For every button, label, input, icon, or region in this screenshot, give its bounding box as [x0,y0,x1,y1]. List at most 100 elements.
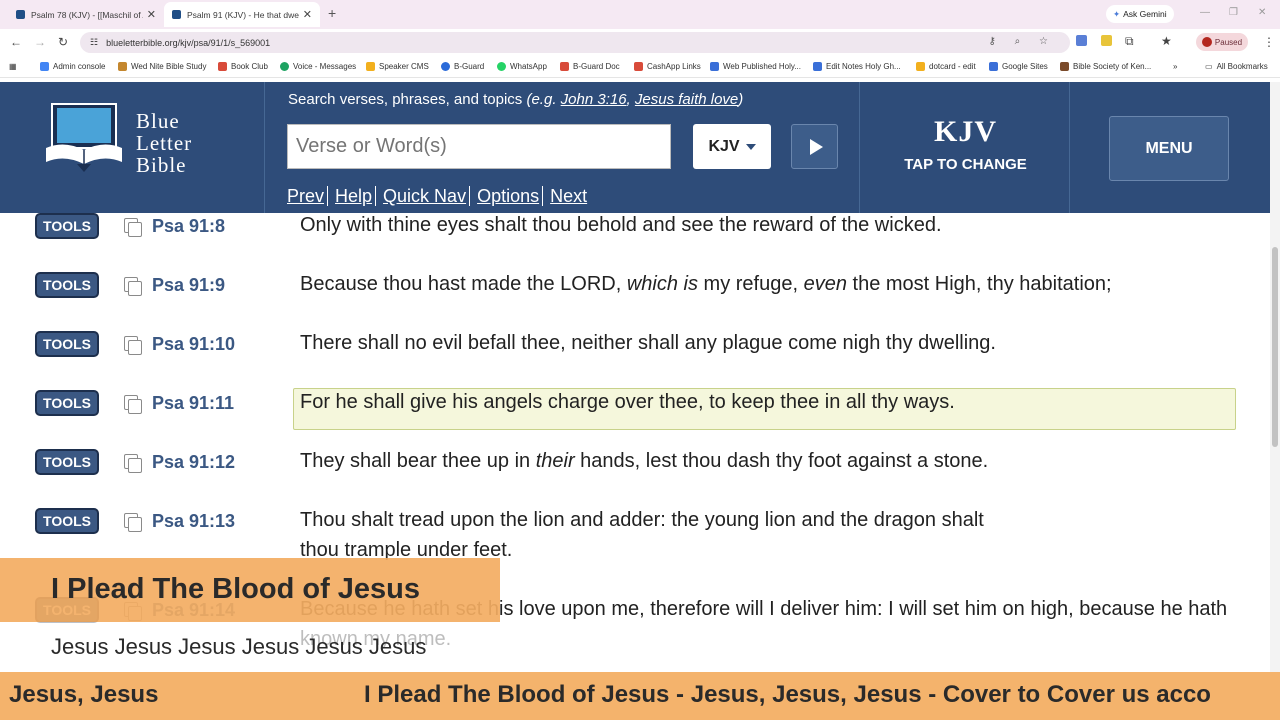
translate-extension-icon[interactable] [1076,35,1087,46]
bookmark-favicon-icon [916,62,925,71]
italic-supplied-word: even [803,273,847,295]
browser-tab-bar: Psalm 78 (KJV) - [[Maschil of As ✕ Psalm… [0,0,1280,29]
tools-button[interactable]: TOOLS [35,272,99,298]
ask-gemini-button[interactable]: ✦ Ask Gemini [1106,5,1174,23]
profile-paused-button[interactable]: Paused [1196,33,1248,51]
omnibox-action-icons[interactable]: ⚷ ⌕ ☆ [989,36,1056,47]
doc-icon [710,62,719,71]
search-input[interactable] [287,124,671,169]
extensions-puzzle-icon[interactable]: ⧉ [1125,34,1134,49]
window-close-icon[interactable]: ✕ [1258,7,1266,18]
bookmark-item[interactable]: Bible Society of Ken... [1060,62,1151,71]
copy-icon[interactable] [122,511,142,532]
version-switcher[interactable]: KJV TAP TO CHANGE [861,82,1070,213]
blb-favicon-icon [172,10,181,19]
italic-supplied-word: which is [626,273,698,295]
copy-icon[interactable] [122,216,142,237]
apps-grid-icon[interactable]: ▦ [9,62,17,71]
menu-button[interactable]: MENU [1109,116,1229,181]
restore-icon[interactable]: ❐ [1229,7,1238,18]
verse-reference[interactable]: Psa 91:13 [152,511,235,532]
verse-text: Only with thine eyes shalt thou behold a… [300,213,1230,240]
site-info-icon[interactable]: ☷ [90,37,98,48]
page-scrollbar[interactable] [1270,82,1280,672]
bookmark-item[interactable]: dotcard - edit [916,62,976,71]
bookmark-item[interactable]: Book Club [218,62,268,71]
tools-button[interactable]: TOOLS [35,390,99,416]
search-panel: Search verses, phrases, and topics (e.g.… [266,82,860,213]
more-options-icon[interactable]: ⋮ [1263,35,1275,49]
folder-icon: ▭ [1205,62,1213,71]
verse-reference[interactable]: Psa 91:10 [152,334,235,355]
tools-button[interactable]: TOOLS [35,449,99,475]
bookmark-item[interactable]: B-Guard [441,62,484,71]
bookmark-item[interactable]: Speaker CMS [366,62,429,71]
bookmark-item[interactable]: Admin console [40,62,105,71]
avatar [1201,37,1212,47]
example-link-jesus-faith-love[interactable]: Jesus faith love [635,91,738,108]
minimize-icon[interactable]: — [1200,7,1210,18]
example-link-john-316[interactable]: John 3:16 [561,91,627,108]
bookmark-favicon-icon [218,62,227,71]
bookmark-item[interactable]: WhatsApp [497,62,547,71]
bookmark-item[interactable]: Google Sites [989,62,1048,71]
bookmark-star-icon[interactable]: ★ [1161,34,1172,48]
options-link[interactable]: Options [477,186,539,207]
copy-icon[interactable] [122,334,142,355]
verse-text-part: They shall bear thee up in [300,450,536,472]
ticker-text-left: Jesus, Jesus [9,681,159,708]
bookmarks-overflow-icon[interactable]: » [1173,62,1177,71]
bookmark-item[interactable]: Web Published Holy... [710,62,801,71]
tools-button[interactable]: TOOLS [35,213,99,239]
verse-reference[interactable]: Psa 91:8 [152,216,225,237]
scrollbar-thumb[interactable] [1272,247,1278,447]
bookmark-favicon-icon [118,62,127,71]
lower-third-title: I Plead The Blood of Jesus [51,573,421,605]
verse-text: Thou shalt tread upon the lion and adder… [300,505,1000,565]
ticker-text-main: I Plead The Blood of Jesus - Jesus, Jesu… [364,681,1211,708]
prev-link[interactable]: Prev [287,186,324,207]
tools-button[interactable]: TOOLS [35,508,99,534]
browser-tab-active[interactable]: Psalm 91 (KJV) - He that dwelle ✕ [164,2,320,27]
whatsapp-icon [497,62,506,71]
bookmark-item[interactable]: CashApp Links [634,62,701,71]
all-bookmarks-folder[interactable]: ▭ All Bookmarks [1205,62,1268,71]
verse-text-part: For he shall give his angels charge over… [300,391,955,413]
version-dropdown[interactable]: KJV [693,124,771,169]
bookmarks-bar: ▦ Admin console Wed Nite Bible Study Boo… [0,56,1280,78]
back-arrow-icon[interactable]: ← [10,35,22,49]
close-tab-icon[interactable]: ✕ [303,8,312,21]
close-tab-icon[interactable]: ✕ [147,8,156,21]
bookmark-favicon-icon [1060,62,1069,71]
open-book-logo-icon [46,103,122,172]
bookmark-item[interactable]: Wed Nite Bible Study [118,62,206,71]
next-link[interactable]: Next [550,186,587,207]
verse-reference[interactable]: Psa 91:11 [152,393,234,414]
site-logo[interactable]: Blue Letter Bible [0,82,265,213]
play-arrow-icon [810,139,823,155]
chevron-down-icon [745,143,756,150]
bookmark-favicon-icon [366,62,375,71]
voice-icon [280,62,289,71]
browser-tab[interactable]: Psalm 78 (KJV) - [[Maschil of As ✕ [8,2,164,27]
verse-text: For he shall give his angels charge over… [300,387,1230,417]
address-toolbar: ← → ↻ ☷ blueletterbible.org/kjv/psa/91/1… [0,29,1280,56]
reload-icon[interactable]: ↻ [58,35,68,49]
bookmark-item[interactable]: B-Guard Doc [560,62,620,71]
verse-reference[interactable]: Psa 91:12 [152,452,235,473]
copy-icon[interactable] [122,275,142,296]
bookmark-item[interactable]: Edit Notes Holy Gh... [813,62,901,71]
copy-icon[interactable] [122,452,142,473]
tools-button[interactable]: TOOLS [35,331,99,357]
search-go-button[interactable] [791,124,838,169]
quick-nav-link[interactable]: Quick Nav [383,186,466,207]
extension-icon[interactable] [1101,35,1112,46]
copy-icon[interactable] [122,393,142,414]
bookmark-item[interactable]: Voice - Messages [280,62,356,71]
forward-arrow-icon[interactable]: → [34,35,46,49]
url-bar[interactable]: ☷ blueletterbible.org/kjv/psa/91/1/s_569… [80,32,1070,53]
italic-supplied-word: their [535,450,575,472]
verse-reference[interactable]: Psa 91:9 [152,275,225,296]
help-link[interactable]: Help [335,186,372,207]
new-tab-icon[interactable]: + [328,5,336,21]
